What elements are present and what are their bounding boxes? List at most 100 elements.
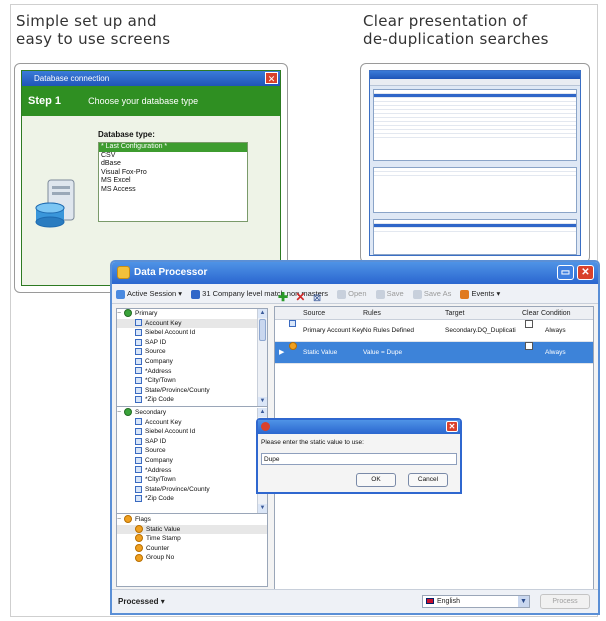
dialog-close-icon[interactable]: ✕ — [446, 421, 458, 432]
add-icon[interactable]: ✚ — [278, 290, 288, 304]
database-type-list[interactable]: * Last Configuration * CSV dBase Visual … — [98, 142, 248, 222]
static-value-input[interactable]: Dupe — [261, 453, 457, 465]
ok-button[interactable]: OK — [356, 473, 396, 487]
tree-field[interactable]: Static Value — [117, 524, 267, 535]
tree-field[interactable]: Source — [117, 446, 267, 456]
database-type-label: Database type: — [98, 130, 155, 139]
tree-field[interactable]: *City/Town — [117, 376, 267, 386]
process-button[interactable]: Process — [540, 594, 590, 609]
row-condition: Always — [545, 327, 566, 334]
cancel-button[interactable]: Cancel — [408, 473, 448, 487]
results-row — [374, 172, 576, 176]
collapse-icon[interactable]: − — [117, 408, 124, 418]
wizard-step: Step 1 — [28, 95, 62, 107]
flag-icon — [135, 553, 143, 562]
dialog-app-icon — [261, 422, 270, 431]
tree-field[interactable]: Company — [117, 357, 267, 367]
tree-field-label: Account Key — [145, 418, 182, 426]
session-icon — [116, 289, 125, 299]
tree-field-label: State/Province/County — [145, 485, 210, 493]
tree-field[interactable]: Siebel Account Id — [117, 328, 267, 338]
scroll-thumb[interactable] — [259, 319, 266, 341]
field-icon — [135, 466, 142, 474]
collapse-icon[interactable]: − — [117, 309, 124, 319]
dialog-prompt: Please enter the static value to use: — [261, 439, 364, 446]
tree-field[interactable]: SAP ID — [117, 338, 267, 348]
primary-scrollbar[interactable]: ▲ ▼ — [257, 309, 267, 406]
collapse-icon[interactable]: − — [117, 515, 124, 525]
tree-field[interactable]: Counter — [117, 544, 267, 554]
tree-field[interactable]: Company — [117, 456, 267, 466]
table-row[interactable]: ▶ Static Value Value = Dupe Always — [275, 342, 593, 364]
tree-field[interactable]: SAP ID — [117, 437, 267, 447]
column-header-rules[interactable]: Rules — [363, 307, 381, 320]
tree-node-primary[interactable]: − Primary — [117, 309, 267, 319]
tree-field[interactable]: Time Stamp — [117, 534, 267, 544]
tree-node-flags[interactable]: − Flags — [117, 515, 267, 525]
tree-secondary-section: − Secondary Account Key Siebel Account Id… — [117, 408, 267, 514]
field-icon — [135, 386, 142, 394]
scroll-down-icon[interactable]: ▼ — [258, 397, 267, 406]
table-icon — [124, 309, 132, 318]
status-dropdown-icon[interactable]: ▾ — [161, 597, 165, 606]
clear-icon[interactable]: ⊠ — [313, 293, 321, 304]
tree-field-label: Siebel Account Id — [145, 428, 196, 436]
language-select[interactable]: English ▼ — [422, 595, 530, 608]
tree-field-label: Company — [145, 456, 173, 464]
tree-field-label: *City/Town — [145, 377, 176, 385]
data-processor-title-bar: Data Processor ▭ ✕ — [112, 262, 598, 284]
tree-field[interactable]: *Zip Code — [117, 494, 267, 504]
tree-field[interactable]: *Zip Code — [117, 395, 267, 405]
results-title-bar — [370, 71, 580, 79]
results-thumbnail — [360, 63, 590, 263]
tree-field[interactable]: Siebel Account Id — [117, 427, 267, 437]
field-icon — [135, 376, 142, 384]
close-icon[interactable]: ✕ — [577, 265, 594, 280]
tree-field[interactable]: Account Key — [117, 318, 267, 329]
wizard-window: Database connection ✕ Step 1 Choose your… — [21, 70, 281, 286]
field-icon — [135, 495, 142, 503]
database-type-option[interactable]: CSV — [99, 152, 247, 161]
field-icon — [135, 456, 142, 464]
tree-field[interactable]: *City/Town — [117, 475, 267, 485]
tree-flags-section: − Flags Static Value Time Stamp Counter G… — [117, 515, 267, 586]
wizard-close-icon[interactable]: ✕ — [265, 72, 278, 84]
field-icon — [135, 338, 142, 346]
results-grid-middle — [373, 167, 577, 213]
tree-field[interactable]: Group No — [117, 553, 267, 563]
tree-node-secondary[interactable]: − Secondary — [117, 408, 267, 418]
scroll-down-icon[interactable]: ▼ — [258, 504, 267, 513]
database-type-option[interactable]: dBase — [99, 160, 247, 169]
tree-field[interactable]: State/Province/County — [117, 485, 267, 495]
database-type-option[interactable]: * Last Configuration * — [99, 143, 247, 152]
tree-field[interactable]: *Address — [117, 466, 267, 476]
column-header-condition[interactable]: Condition — [541, 307, 571, 320]
active-session-button[interactable]: Active Session ▾ — [116, 284, 182, 304]
tree-field[interactable]: *Address — [117, 367, 267, 377]
tree-field[interactable]: State/Province/County — [117, 386, 267, 396]
tree-field-label: SAP ID — [145, 338, 167, 346]
field-icon — [135, 475, 142, 483]
column-header-target[interactable]: Target — [445, 307, 464, 320]
scroll-up-icon[interactable]: ▲ — [258, 309, 267, 318]
tree-field-label: Counter — [146, 544, 170, 552]
delete-icon[interactable]: ✕ — [295, 290, 305, 304]
chevron-down-icon[interactable]: ▼ — [518, 596, 529, 607]
wizard-title: Database connection — [34, 74, 110, 83]
table-icon — [124, 408, 132, 417]
table-row[interactable]: Primary Account Key No Rules Defined Sec… — [275, 320, 593, 342]
scroll-up-icon[interactable]: ▲ — [258, 408, 267, 417]
database-type-option[interactable]: Visual Fox-Pro — [99, 169, 247, 178]
results-grid-top — [373, 89, 577, 161]
tree-field[interactable]: Account Key — [117, 418, 267, 428]
tree-field-label: Group No — [146, 554, 175, 562]
database-type-option[interactable]: MS Access — [99, 186, 247, 195]
column-header-clear[interactable]: Clear — [522, 307, 539, 320]
tree-field[interactable]: Source — [117, 347, 267, 357]
row-source: Primary Account Key — [303, 327, 364, 334]
tree-node-label: Flags — [135, 516, 151, 523]
database-type-option[interactable]: MS Excel — [99, 177, 247, 186]
field-icon — [135, 328, 142, 336]
minimize-icon[interactable]: ▭ — [557, 265, 574, 280]
column-header-source[interactable]: Source — [303, 307, 325, 320]
